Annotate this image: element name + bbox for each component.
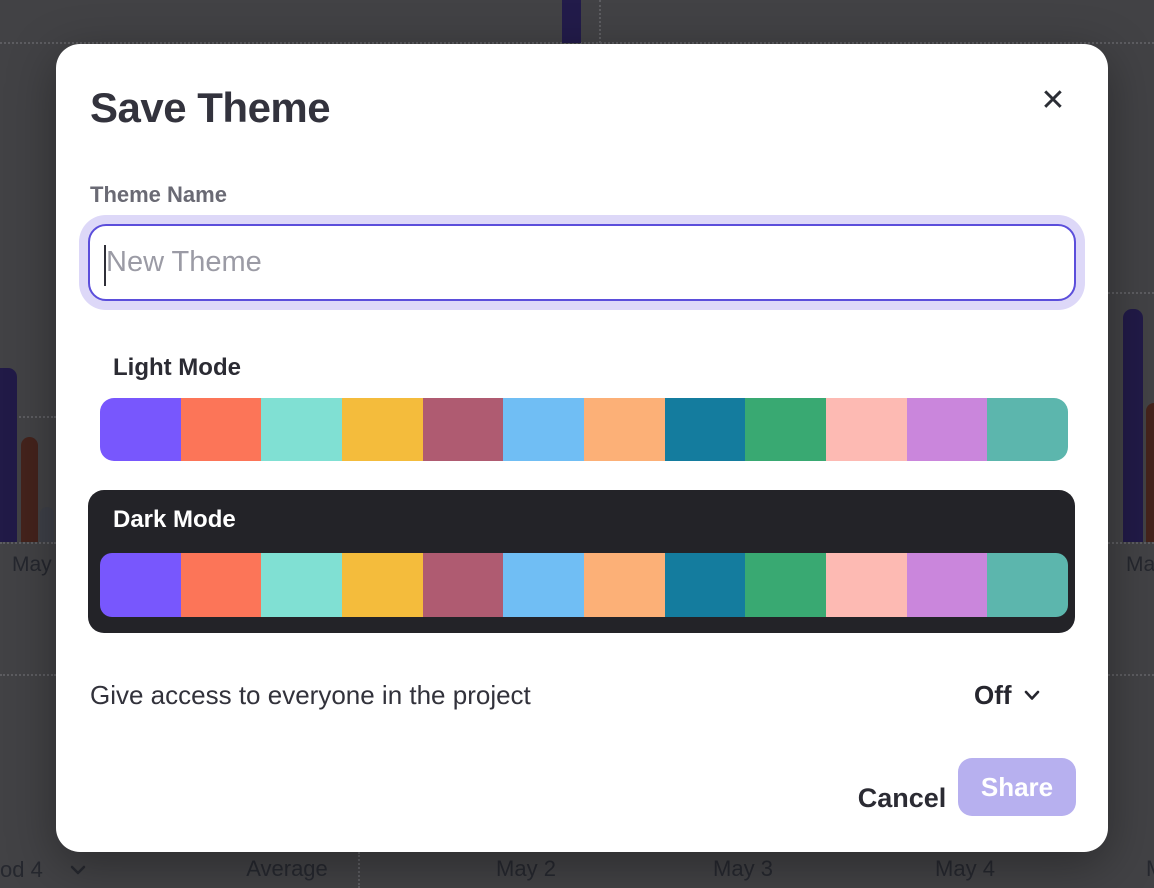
- palette-swatch: [665, 398, 746, 461]
- theme-name-label: Theme Name: [90, 182, 227, 208]
- theme-name-field-wrapper: [88, 224, 1076, 301]
- palette-swatch: [342, 553, 423, 617]
- bg-baseline: [0, 542, 56, 544]
- bg-gridline: [0, 674, 56, 676]
- access-label: Give access to everyone in the project: [90, 680, 531, 711]
- palette-swatch: [503, 398, 584, 461]
- palette-swatch: [100, 398, 181, 461]
- bg-chart-bar: [562, 0, 581, 43]
- bg-month-label-left: May: [12, 553, 52, 577]
- dialog-title: Save Theme: [90, 84, 330, 132]
- palette-swatch: [423, 398, 504, 461]
- dark-mode-label: Dark Mode: [113, 506, 236, 534]
- bg-chart-bar: [40, 507, 54, 542]
- access-dropdown-value: Off: [974, 680, 1012, 711]
- palette-swatch: [181, 553, 262, 617]
- bg-chart-bar: [21, 437, 38, 542]
- text-cursor: [104, 245, 106, 286]
- bg-axis-label-may3: May 3: [713, 856, 773, 882]
- bg-gridline: [1108, 292, 1154, 294]
- palette-swatch: [826, 398, 907, 461]
- bg-chart-bar: [0, 368, 17, 542]
- light-mode-label: Light Mode: [113, 354, 241, 382]
- bg-axis-label-average: Average: [246, 856, 328, 882]
- bg-chart-bar: [1123, 309, 1143, 542]
- palette-swatch: [745, 553, 826, 617]
- bg-gridline-vertical: [599, 0, 601, 43]
- palette-swatch: [665, 553, 746, 617]
- bg-chart-bar: [1146, 403, 1154, 542]
- palette-swatch: [584, 398, 665, 461]
- palette-swatch: [826, 553, 907, 617]
- theme-name-input[interactable]: [106, 246, 1058, 279]
- bg-period-label: od 4: [0, 857, 43, 882]
- palette-swatch: [987, 553, 1068, 617]
- cancel-button[interactable]: Cancel: [824, 770, 980, 826]
- chevron-down-icon: [1022, 689, 1042, 702]
- close-icon[interactable]: ✕: [1031, 79, 1075, 123]
- dark-mode-card: Dark Mode: [88, 490, 1075, 633]
- palette-swatch: [100, 553, 181, 617]
- palette-swatch: [342, 398, 423, 461]
- bg-month-label-right: Ma: [1126, 553, 1154, 577]
- dark-mode-palette: [100, 553, 1068, 617]
- palette-swatch: [987, 398, 1068, 461]
- app-root: { "background": { "period_label": "od 4"…: [0, 0, 1154, 888]
- chevron-down-icon[interactable]: [69, 864, 87, 876]
- palette-swatch: [261, 553, 342, 617]
- share-button[interactable]: Share: [958, 758, 1076, 816]
- save-theme-dialog: Save Theme ✕ Theme Name Light Mode Dark …: [56, 44, 1108, 852]
- access-dropdown[interactable]: Off: [974, 676, 1064, 714]
- light-mode-palette: [100, 398, 1068, 461]
- palette-swatch: [907, 398, 988, 461]
- bg-baseline: [1108, 542, 1154, 544]
- bg-gridline: [1108, 674, 1154, 676]
- palette-swatch: [907, 553, 988, 617]
- palette-swatch: [181, 398, 262, 461]
- bg-axis-label-partial: M: [1146, 856, 1154, 882]
- palette-swatch: [584, 553, 665, 617]
- palette-swatch: [261, 398, 342, 461]
- palette-swatch: [423, 553, 504, 617]
- bg-axis-label-may4: May 4: [935, 856, 995, 882]
- bg-axis-label-may2: May 2: [496, 856, 556, 882]
- bg-gridline-vertical: [358, 852, 360, 888]
- palette-swatch: [503, 553, 584, 617]
- bg-period-selector[interactable]: od 4: [0, 857, 43, 883]
- palette-swatch: [745, 398, 826, 461]
